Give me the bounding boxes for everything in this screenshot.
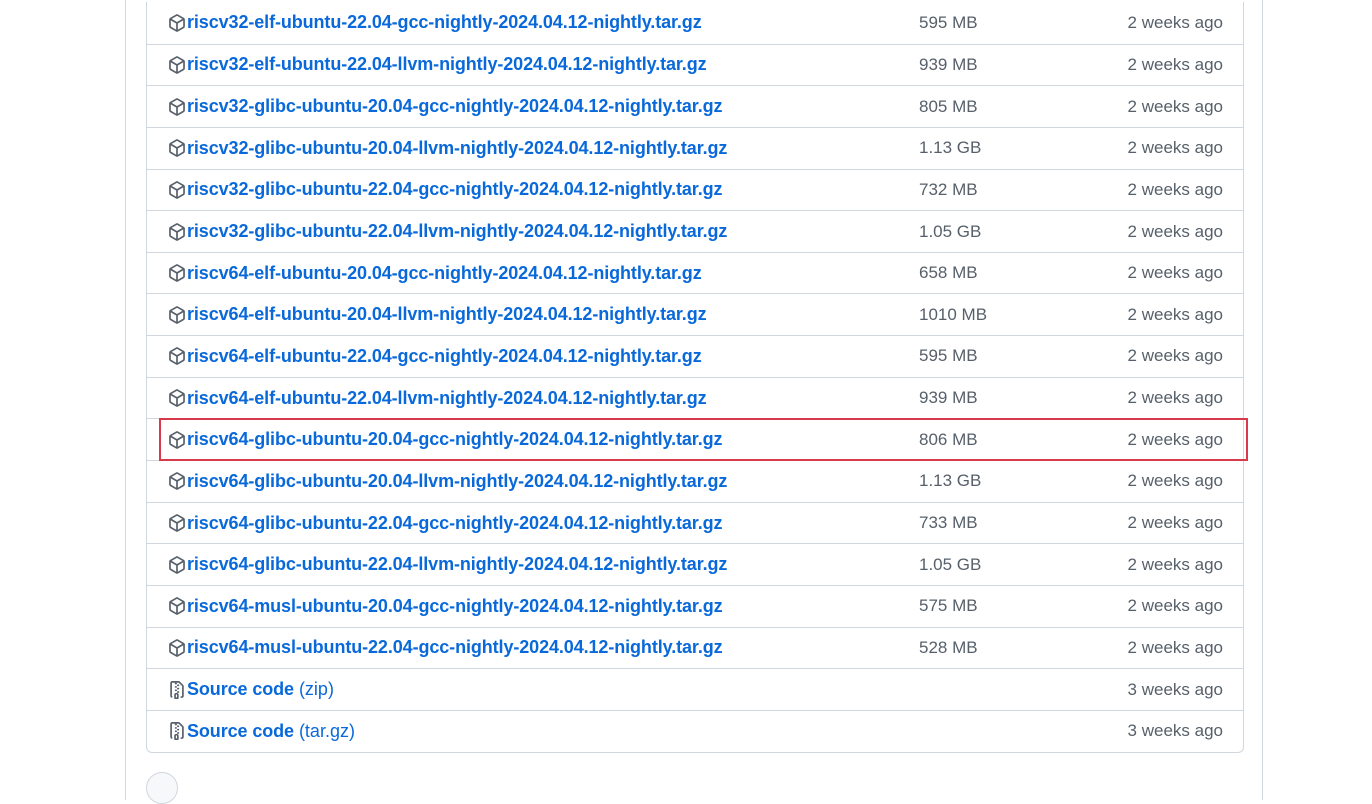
asset-link[interactable]: riscv64-elf-ubuntu-22.04-gcc-nightly-202… bbox=[187, 346, 702, 367]
source-row: Source code (zip) 3 weeks ago bbox=[147, 668, 1243, 710]
asset-date: 2 weeks ago bbox=[1127, 346, 1223, 366]
asset-date: 3 weeks ago bbox=[1127, 679, 1223, 699]
asset-row: riscv64-elf-ubuntu-22.04-llvm-nightly-20… bbox=[147, 376, 1243, 419]
asset-date: 2 weeks ago bbox=[1127, 54, 1223, 74]
asset-link[interactable]: riscv64-elf-ubuntu-20.04-llvm-nightly-20… bbox=[187, 304, 707, 325]
package-icon bbox=[167, 638, 187, 658]
reaction-button[interactable] bbox=[146, 772, 178, 804]
asset-row: riscv64-elf-ubuntu-22.04-gcc-nightly-202… bbox=[147, 335, 1243, 377]
asset-size: 1.13 GB bbox=[919, 138, 982, 158]
asset-row: riscv64-elf-ubuntu-20.04-llvm-nightly-20… bbox=[147, 293, 1243, 335]
file-zip-icon bbox=[167, 721, 187, 741]
package-icon bbox=[167, 180, 187, 200]
asset-date: 2 weeks ago bbox=[1127, 263, 1223, 283]
asset-size: 939 MB bbox=[919, 54, 978, 74]
asset-link[interactable]: riscv64-musl-ubuntu-22.04-gcc-nightly-20… bbox=[187, 637, 723, 658]
package-icon bbox=[167, 388, 187, 408]
asset-row: riscv64-musl-ubuntu-20.04-gcc-nightly-20… bbox=[147, 584, 1243, 627]
package-icon bbox=[167, 305, 187, 325]
source-tar-link[interactable]: Source code bbox=[187, 721, 294, 742]
source-row: Source code (tar.gz) 3 weeks ago bbox=[147, 709, 1243, 752]
package-icon bbox=[167, 138, 187, 158]
source-format-label: (zip) bbox=[298, 679, 334, 700]
asset-date: 2 weeks ago bbox=[1127, 179, 1223, 199]
package-icon bbox=[167, 13, 187, 33]
asset-size: 1010 MB bbox=[919, 304, 988, 324]
asset-date: 2 weeks ago bbox=[1127, 138, 1223, 158]
asset-row: riscv32-elf-ubuntu-22.04-gcc-nightly-202… bbox=[147, 2, 1243, 44]
asset-size: 658 MB bbox=[919, 263, 978, 283]
asset-date: 2 weeks ago bbox=[1127, 12, 1223, 32]
asset-date: 2 weeks ago bbox=[1127, 513, 1223, 532]
asset-size: 575 MB bbox=[919, 596, 978, 616]
asset-size: 806 MB bbox=[919, 429, 978, 449]
asset-size: 733 MB bbox=[919, 513, 978, 532]
asset-size: 939 MB bbox=[919, 388, 978, 408]
asset-size: 1.05 GB bbox=[919, 221, 982, 241]
asset-row: riscv32-glibc-ubuntu-20.04-llvm-nightly-… bbox=[147, 126, 1243, 169]
asset-row: riscv64-elf-ubuntu-20.04-gcc-nightly-202… bbox=[147, 251, 1243, 294]
asset-link[interactable]: riscv32-elf-ubuntu-22.04-gcc-nightly-202… bbox=[187, 12, 702, 33]
package-icon bbox=[167, 471, 187, 491]
asset-date: 2 weeks ago bbox=[1127, 637, 1223, 657]
asset-link[interactable]: riscv64-glibc-ubuntu-20.04-llvm-nightly-… bbox=[187, 471, 727, 492]
asset-link[interactable]: riscv64-musl-ubuntu-20.04-gcc-nightly-20… bbox=[187, 596, 723, 617]
asset-date: 2 weeks ago bbox=[1127, 388, 1223, 408]
asset-date: 2 weeks ago bbox=[1127, 96, 1223, 116]
asset-row: riscv32-elf-ubuntu-22.04-llvm-nightly-20… bbox=[147, 43, 1243, 86]
asset-date: 2 weeks ago bbox=[1127, 221, 1223, 241]
asset-row: riscv64-musl-ubuntu-22.04-gcc-nightly-20… bbox=[147, 626, 1243, 669]
package-icon bbox=[167, 55, 187, 75]
asset-row: riscv64-glibc-ubuntu-22.04-llvm-nightly-… bbox=[147, 543, 1243, 585]
asset-date: 3 weeks ago bbox=[1127, 721, 1223, 741]
asset-link[interactable]: riscv64-glibc-ubuntu-20.04-gcc-nightly-2… bbox=[187, 429, 723, 450]
asset-size: 528 MB bbox=[919, 637, 978, 657]
package-icon bbox=[167, 430, 187, 450]
release-assets-list: riscv32-elf-ubuntu-22.04-gcc-nightly-202… bbox=[146, 2, 1244, 753]
asset-link[interactable]: riscv32-glibc-ubuntu-22.04-llvm-nightly-… bbox=[187, 221, 727, 242]
package-icon bbox=[167, 596, 187, 616]
asset-row: riscv32-glibc-ubuntu-22.04-llvm-nightly-… bbox=[147, 210, 1243, 252]
asset-link[interactable]: riscv32-glibc-ubuntu-22.04-gcc-nightly-2… bbox=[187, 179, 723, 200]
asset-date: 2 weeks ago bbox=[1127, 596, 1223, 616]
asset-row: riscv32-glibc-ubuntu-20.04-gcc-nightly-2… bbox=[147, 85, 1243, 127]
package-icon bbox=[167, 97, 187, 117]
asset-link[interactable]: riscv64-elf-ubuntu-20.04-gcc-nightly-202… bbox=[187, 263, 702, 284]
asset-row: riscv32-glibc-ubuntu-22.04-gcc-nightly-2… bbox=[147, 168, 1243, 211]
asset-date: 2 weeks ago bbox=[1127, 304, 1223, 324]
package-icon bbox=[167, 513, 187, 533]
asset-row-selected: riscv64-glibc-ubuntu-20.04-gcc-nightly-2… bbox=[147, 418, 1243, 460]
asset-date: 2 weeks ago bbox=[1127, 554, 1223, 574]
source-zip-link[interactable]: Source code bbox=[187, 679, 294, 700]
asset-date: 2 weeks ago bbox=[1127, 471, 1223, 491]
asset-row: riscv64-glibc-ubuntu-20.04-llvm-nightly-… bbox=[147, 460, 1243, 502]
package-icon bbox=[167, 346, 187, 366]
file-zip-icon bbox=[167, 680, 187, 700]
source-format-label: (tar.gz) bbox=[298, 720, 355, 741]
asset-row: riscv64-glibc-ubuntu-22.04-gcc-nightly-2… bbox=[147, 501, 1243, 544]
asset-link[interactable]: riscv64-glibc-ubuntu-22.04-gcc-nightly-2… bbox=[187, 513, 723, 534]
package-icon bbox=[167, 263, 187, 283]
asset-link[interactable]: riscv32-glibc-ubuntu-20.04-llvm-nightly-… bbox=[187, 138, 727, 159]
asset-size: 732 MB bbox=[919, 179, 978, 199]
package-icon bbox=[167, 555, 187, 575]
asset-size: 1.13 GB bbox=[919, 471, 982, 491]
asset-date: 2 weeks ago bbox=[1127, 429, 1223, 449]
asset-size: 595 MB bbox=[919, 12, 978, 32]
asset-link[interactable]: riscv32-elf-ubuntu-22.04-llvm-nightly-20… bbox=[187, 54, 707, 75]
asset-link[interactable]: riscv32-glibc-ubuntu-20.04-gcc-nightly-2… bbox=[187, 96, 723, 117]
asset-size: 805 MB bbox=[919, 96, 978, 116]
asset-link[interactable]: riscv64-glibc-ubuntu-22.04-llvm-nightly-… bbox=[187, 554, 727, 575]
asset-size: 595 MB bbox=[919, 346, 978, 366]
package-icon bbox=[167, 222, 187, 242]
asset-link[interactable]: riscv64-elf-ubuntu-22.04-llvm-nightly-20… bbox=[187, 388, 707, 409]
asset-size: 1.05 GB bbox=[919, 554, 982, 574]
